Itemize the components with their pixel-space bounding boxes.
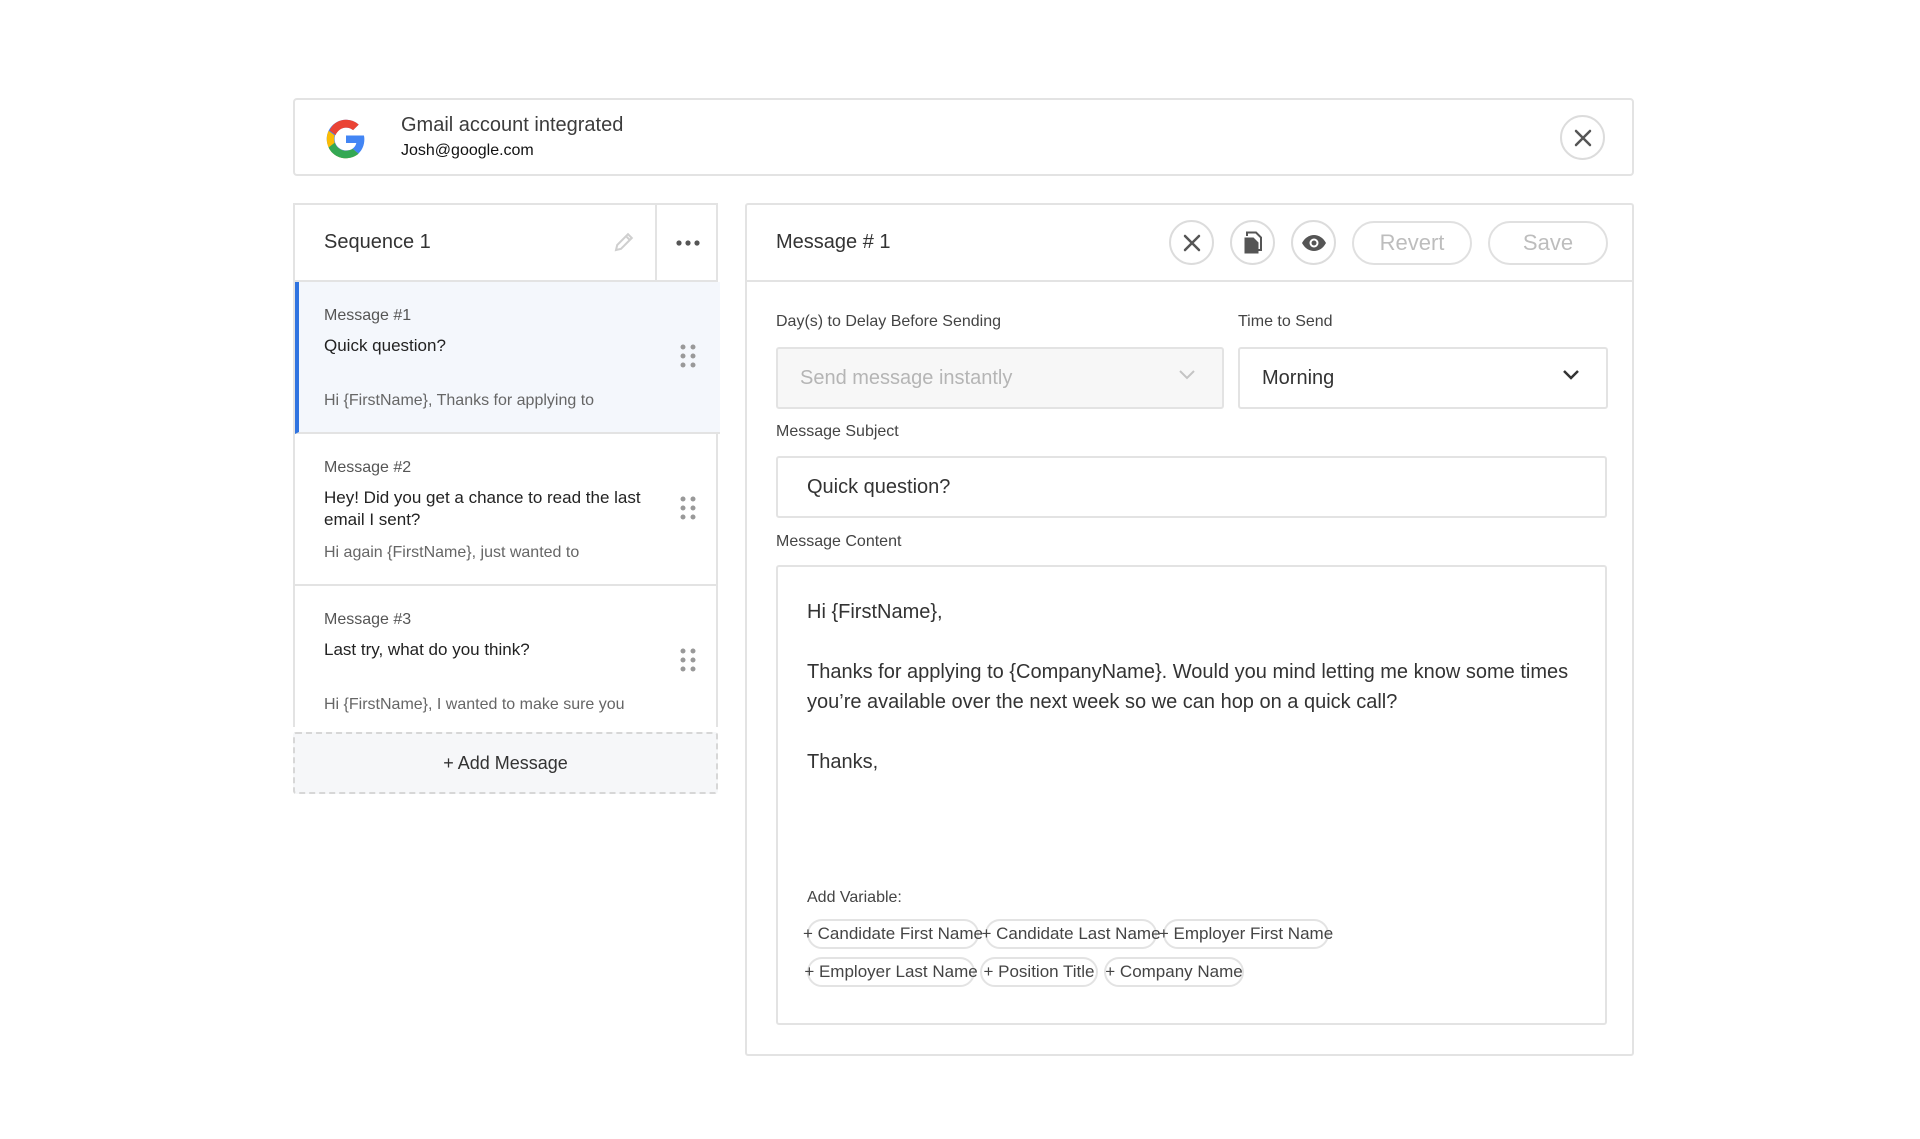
variable-chip[interactable]: + Employer Last Name [804,957,978,987]
message-number: Message #2 [324,459,412,476]
variable-chip[interactable]: + Candidate First Name [803,919,983,949]
sequence-panel: Sequence 1 Message #1 Quick question? Hi… [293,203,720,727]
drag-handle-icon[interactable] [680,344,696,368]
subject-value: Quick question? [807,475,951,498]
editor-header: Message # 1 Revert Save [747,205,1632,282]
google-logo-icon [326,119,365,159]
sequence-header: Sequence 1 [295,205,716,282]
time-value: Morning [1262,366,1335,389]
save-button[interactable]: Save [1488,221,1608,265]
revert-button[interactable]: Revert [1352,221,1472,265]
time-label: Time to Send [1238,313,1333,330]
time-select[interactable]: Morning [1238,347,1608,409]
add-message-button[interactable]: + Add Message [293,732,718,794]
banner-email: Josh@google.com [401,142,534,159]
message-body[interactable]: Hi {FirstName}, Thanks for applying to {… [807,597,1587,807]
duplicate-message-button[interactable] [1230,220,1275,265]
message-preview: Hi again {FirstName}, just wanted to [324,544,580,561]
message-list-item[interactable]: Message #3 Last try, what do you think? … [295,586,716,736]
body-greeting: Hi {FirstName}, [807,601,943,623]
message-content-editor[interactable]: Hi {FirstName}, Thanks for applying to {… [776,565,1607,1025]
message-number: Message #3 [324,611,412,628]
subject-label: Message Subject [776,423,899,440]
delay-value: Send message instantly [800,366,1013,389]
delay-label: Day(s) to Delay Before Sending [776,313,1001,330]
eye-icon [1301,234,1326,251]
message-preview: Hi {FirstName}, I wanted to make sure yo… [324,696,625,713]
variable-chip[interactable]: + Company Name [1104,957,1244,987]
content-label: Message Content [776,533,902,550]
more-horizontal-icon [675,239,700,246]
close-banner-button[interactable] [1560,115,1605,160]
message-subject: Quick question? [324,336,446,355]
variable-chip[interactable]: + Employer First Name [1159,919,1333,949]
message-preview: Hi {FirstName}, Thanks for applying to [324,392,595,409]
variable-chip[interactable]: + Candidate Last Name [981,919,1161,949]
editor-title: Message # 1 [776,231,891,253]
drag-handle-icon[interactable] [680,648,696,672]
edit-pencil-icon[interactable] [613,231,635,253]
variable-chip[interactable]: + Position Title [980,957,1098,987]
body-paragraph: Thanks for applying to {CompanyName}. Wo… [807,661,1569,713]
delay-select[interactable]: Send message instantly [776,347,1224,409]
message-list-item[interactable]: Message #2 Hey! Did you get a chance to … [295,434,716,586]
sequence-more-button[interactable] [655,205,718,280]
delete-message-button[interactable] [1169,220,1214,265]
banner-title: Gmail account integrated [401,114,624,136]
message-number: Message #1 [324,307,412,324]
message-subject: Hey! Did you get a chance to read the la… [324,488,641,529]
preview-message-button[interactable] [1291,220,1336,265]
close-icon [1574,129,1591,146]
drag-handle-icon[interactable] [680,496,696,520]
close-icon [1183,234,1200,251]
subject-input[interactable]: Quick question? [776,456,1607,518]
sequence-title: Sequence 1 [324,231,431,253]
gmail-integration-banner: Gmail account integrated Josh@google.com [293,98,1634,176]
chevron-down-icon [1563,370,1579,380]
copy-icon [1244,231,1262,253]
message-list-item[interactable]: Message #1 Quick question? Hi {FirstName… [295,282,720,434]
chevron-down-icon [1179,370,1195,380]
body-signoff: Thanks, [807,751,879,773]
message-subject: Last try, what do you think? [324,640,530,659]
message-editor: Message # 1 Revert Save Day(s) to Delay … [745,203,1634,1056]
add-variable-label: Add Variable: [807,889,902,906]
